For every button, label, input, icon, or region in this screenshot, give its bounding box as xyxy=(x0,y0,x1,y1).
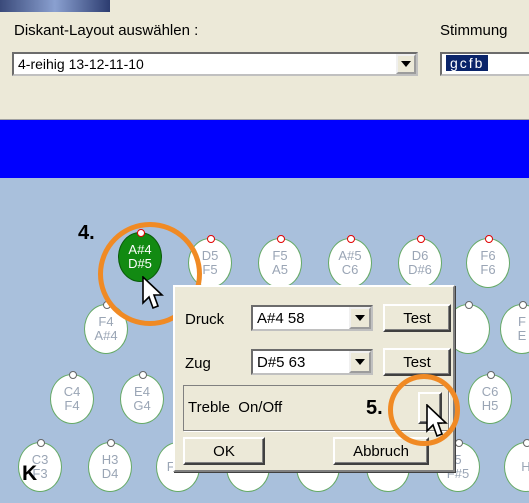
stimmung-label: Stimmung xyxy=(440,22,508,39)
key-note-pull: D#6 xyxy=(408,262,432,277)
treble-label: Treble On/Off xyxy=(188,399,283,416)
treble-key[interactable]: C4 F4 xyxy=(50,371,94,424)
layout-select[interactable]: 4-reihig 13-12-11-10 xyxy=(12,52,418,76)
key-note-pull: F4 xyxy=(64,398,80,413)
stimmung-select-value: gcfb xyxy=(446,55,489,71)
decorative-header-strip xyxy=(0,0,110,12)
chevron-down-icon xyxy=(401,61,411,67)
treble-key[interactable]: E4 G4 xyxy=(120,371,164,424)
treble-key[interactable]: A#5 C6 xyxy=(328,235,372,288)
treble-key[interactable]: C6 H5 xyxy=(468,371,512,424)
zug-select-value: D#5 63 xyxy=(257,354,306,371)
step-5-label: 5. xyxy=(366,397,383,419)
key-note-pull: H xyxy=(521,459,529,474)
mouse-pointer-icon xyxy=(426,404,448,438)
key-note-push: A#5 xyxy=(338,248,362,263)
key-note-push: F xyxy=(518,314,526,329)
druck-test-button[interactable]: Test xyxy=(383,304,451,332)
treble-key[interactable]: H xyxy=(504,439,529,492)
treble-key[interactable]: F6 F6 xyxy=(466,235,510,288)
figure-corner-letter: K xyxy=(22,462,38,485)
layout-dropdown-button[interactable] xyxy=(396,54,416,74)
key-note-pull: A5 xyxy=(272,262,288,277)
treble-key[interactable]: FE xyxy=(500,301,529,354)
treble-key[interactable]: F5 A5 xyxy=(258,235,302,288)
druck-select-value: A#4 58 xyxy=(257,310,305,327)
chevron-down-icon xyxy=(355,359,365,365)
druck-select[interactable]: A#4 58 xyxy=(251,305,373,331)
key-note-push: C4 xyxy=(63,384,81,399)
zug-select[interactable]: D#5 63 xyxy=(251,349,373,375)
key-note-pull: D4 xyxy=(101,466,119,481)
layout-select-value: 4-reihig 13-12-11-10 xyxy=(18,56,144,72)
treble-key[interactable]: H3 D4 xyxy=(88,439,132,492)
key-note-push: F6 xyxy=(480,248,496,263)
ok-button[interactable]: OK xyxy=(183,437,265,465)
druck-dropdown-button[interactable] xyxy=(349,307,371,329)
key-note-push: E4 xyxy=(134,384,150,399)
treble-key[interactable]: D6 D#6 xyxy=(398,235,442,288)
layout-selection-panel: Diskant-Layout auswählen : Stimmung 4-re… xyxy=(0,0,529,120)
key-note-push: H3 xyxy=(101,452,119,467)
zug-label: Zug xyxy=(185,355,211,372)
step-4-label: 4. xyxy=(78,222,95,244)
title-band xyxy=(0,120,529,178)
key-note-push: D6 xyxy=(411,248,429,263)
key-note-push: F5 xyxy=(272,248,288,263)
zug-test-button[interactable]: Test xyxy=(383,348,451,376)
layout-label: Diskant-Layout auswählen : xyxy=(14,22,199,39)
stimmung-select[interactable]: gcfb xyxy=(440,52,529,76)
key-note-pull: A#4 xyxy=(94,328,118,343)
key-note-pull: F6 xyxy=(480,262,496,277)
chevron-down-icon xyxy=(355,315,365,321)
key-note-pull: E xyxy=(517,328,527,343)
mouse-pointer-icon xyxy=(142,276,164,310)
key-note-pull: C6 xyxy=(341,262,359,277)
key-note-push: C6 xyxy=(481,384,499,399)
highlight-ring-step5 xyxy=(388,374,460,446)
zug-dropdown-button[interactable] xyxy=(349,351,371,373)
druck-label: Druck xyxy=(185,311,225,328)
key-note-pull: G4 xyxy=(133,398,151,413)
key-note-pull: H5 xyxy=(481,398,499,413)
